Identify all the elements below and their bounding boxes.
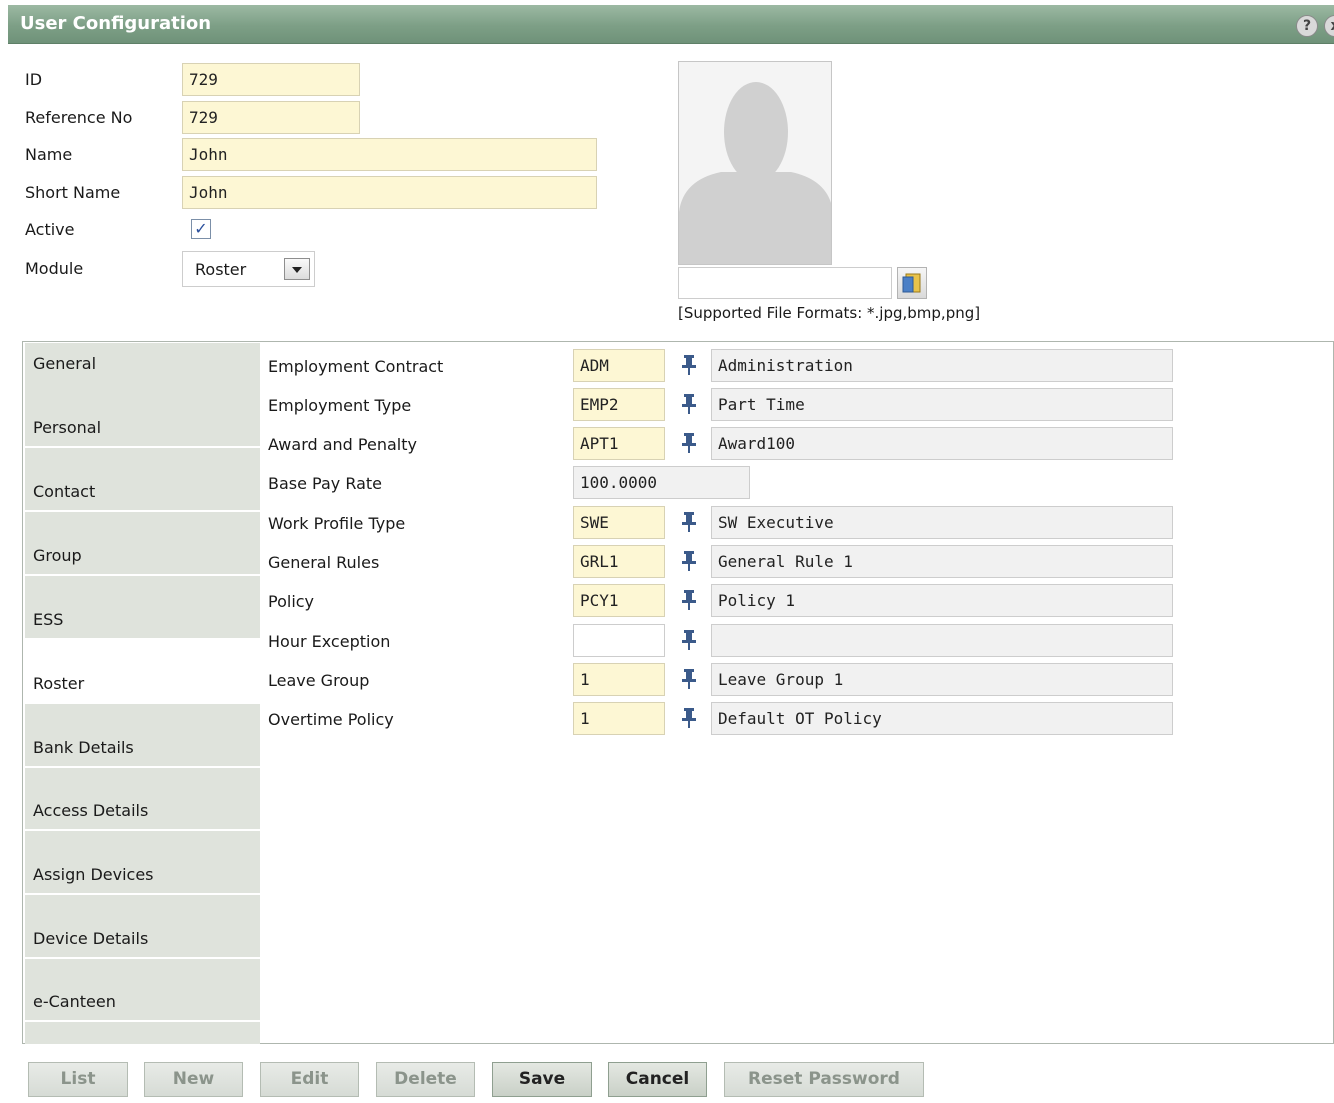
title-bar: User Configuration ? x bbox=[8, 5, 1334, 44]
id-field[interactable]: 729 bbox=[182, 63, 360, 96]
award-penalty-desc: Award100 bbox=[711, 427, 1173, 460]
edit-button[interactable]: Edit bbox=[260, 1062, 359, 1097]
pin-icon[interactable] bbox=[680, 354, 698, 376]
hour-exception-desc bbox=[711, 624, 1173, 657]
tab-label: e-Canteen bbox=[33, 992, 116, 1011]
tab-label: Device Details bbox=[33, 929, 149, 948]
award-penalty-code[interactable]: APT1 bbox=[573, 427, 665, 460]
general-rules-code[interactable]: GRL1 bbox=[573, 545, 665, 578]
tab-group[interactable]: Group bbox=[25, 512, 260, 576]
policy-label: Policy bbox=[268, 592, 315, 611]
award-penalty-label: Award and Penalty bbox=[268, 435, 417, 454]
employment-contract-code[interactable]: ADM bbox=[573, 349, 665, 382]
employment-type-code[interactable]: EMP2 bbox=[573, 388, 665, 421]
folder-browse-icon bbox=[902, 273, 921, 293]
general-rules-desc: General Rule 1 bbox=[711, 545, 1173, 578]
employment-type-label: Employment Type bbox=[268, 396, 412, 415]
pin-icon[interactable] bbox=[680, 668, 698, 690]
pin-icon[interactable] bbox=[680, 707, 698, 729]
overtime-policy-desc: Default OT Policy bbox=[711, 702, 1173, 735]
tab-label: Assign Devices bbox=[33, 865, 154, 884]
work-profile-type-label: Work Profile Type bbox=[268, 514, 406, 533]
user-photo bbox=[678, 61, 832, 265]
tab-label: Access Details bbox=[33, 801, 149, 820]
reference-no-label: Reference No bbox=[25, 108, 133, 127]
leave-group-label: Leave Group bbox=[268, 671, 370, 690]
short-name-field[interactable]: John bbox=[182, 176, 597, 209]
avatar-placeholder-icon bbox=[679, 82, 831, 264]
pin-icon[interactable] bbox=[680, 589, 698, 611]
overtime-policy-label: Overtime Policy bbox=[268, 710, 394, 729]
tab-label: Personal bbox=[33, 418, 102, 437]
name-field[interactable]: John bbox=[182, 138, 597, 171]
hour-exception-label: Hour Exception bbox=[268, 632, 391, 651]
module-label: Module bbox=[25, 259, 84, 278]
base-pay-rate-label: Base Pay Rate bbox=[268, 474, 383, 493]
reset-password-button[interactable]: Reset Password bbox=[724, 1062, 924, 1097]
pin-icon[interactable] bbox=[680, 393, 698, 415]
overtime-policy-code[interactable]: 1 bbox=[573, 702, 665, 735]
tab-label: ESS bbox=[33, 610, 64, 629]
supported-formats-hint: [Supported File Formats: *.jpg,bmp,png] bbox=[678, 304, 981, 322]
tab-bank-details[interactable]: Bank Details bbox=[25, 704, 260, 768]
work-profile-type-desc: SW Executive bbox=[711, 506, 1173, 539]
new-button[interactable]: New bbox=[144, 1062, 243, 1097]
tab-e-canteen[interactable]: e-Canteen bbox=[25, 959, 260, 1022]
tab-label: Roster bbox=[33, 674, 85, 693]
tab-label: General bbox=[33, 354, 97, 373]
base-pay-rate-field[interactable]: 100.0000 bbox=[573, 466, 750, 499]
pin-icon[interactable] bbox=[680, 511, 698, 533]
window-title: User Configuration bbox=[20, 13, 212, 34]
policy-code[interactable]: PCY1 bbox=[573, 584, 665, 617]
hour-exception-code[interactable] bbox=[573, 624, 665, 657]
reference-no-field[interactable]: 729 bbox=[182, 101, 360, 134]
id-label: ID bbox=[25, 70, 43, 89]
pin-icon[interactable] bbox=[680, 550, 698, 572]
module-select[interactable]: Roster bbox=[182, 251, 315, 287]
employment-contract-label: Employment Contract bbox=[268, 357, 444, 376]
close-icon[interactable]: x bbox=[1324, 15, 1334, 37]
general-rules-label: General Rules bbox=[268, 553, 380, 572]
employment-type-desc: Part Time bbox=[711, 388, 1173, 421]
leave-group-desc: Leave Group 1 bbox=[711, 663, 1173, 696]
leave-group-code[interactable]: 1 bbox=[573, 663, 665, 696]
name-label: Name bbox=[25, 145, 73, 164]
pin-icon[interactable] bbox=[680, 432, 698, 454]
help-icon[interactable]: ? bbox=[1296, 15, 1318, 37]
tab-ess[interactable]: ESS bbox=[25, 576, 260, 640]
tab-label: Group bbox=[33, 546, 82, 565]
tab-device-details[interactable]: Device Details bbox=[25, 895, 260, 959]
tab-access-details[interactable]: Access Details bbox=[25, 768, 260, 831]
cancel-button[interactable]: Cancel bbox=[608, 1062, 707, 1097]
browse-file-button[interactable] bbox=[897, 267, 927, 299]
active-checkbox[interactable]: ✓ bbox=[191, 219, 211, 239]
tab-assign-devices[interactable]: Assign Devices bbox=[25, 831, 260, 895]
delete-button[interactable]: Delete bbox=[376, 1062, 475, 1097]
list-button[interactable]: List bbox=[28, 1062, 128, 1097]
tab-personal[interactable]: Personal bbox=[25, 385, 260, 448]
tab-contact[interactable]: Contact bbox=[25, 448, 260, 512]
module-select-value: Roster bbox=[195, 260, 247, 279]
tab-label: Bank Details bbox=[33, 738, 134, 757]
policy-desc: Policy 1 bbox=[711, 584, 1173, 617]
tab-label: Contact bbox=[33, 482, 96, 501]
short-name-label: Short Name bbox=[25, 183, 121, 202]
save-button[interactable]: Save bbox=[492, 1062, 592, 1097]
pin-icon[interactable] bbox=[680, 629, 698, 651]
photo-file-input[interactable] bbox=[678, 267, 892, 299]
tab-roster[interactable]: Roster bbox=[25, 640, 260, 704]
chevron-down-icon[interactable] bbox=[284, 258, 310, 280]
work-profile-type-code[interactable]: SWE bbox=[573, 506, 665, 539]
active-label: Active bbox=[25, 220, 75, 239]
employment-contract-desc: Administration bbox=[711, 349, 1173, 382]
